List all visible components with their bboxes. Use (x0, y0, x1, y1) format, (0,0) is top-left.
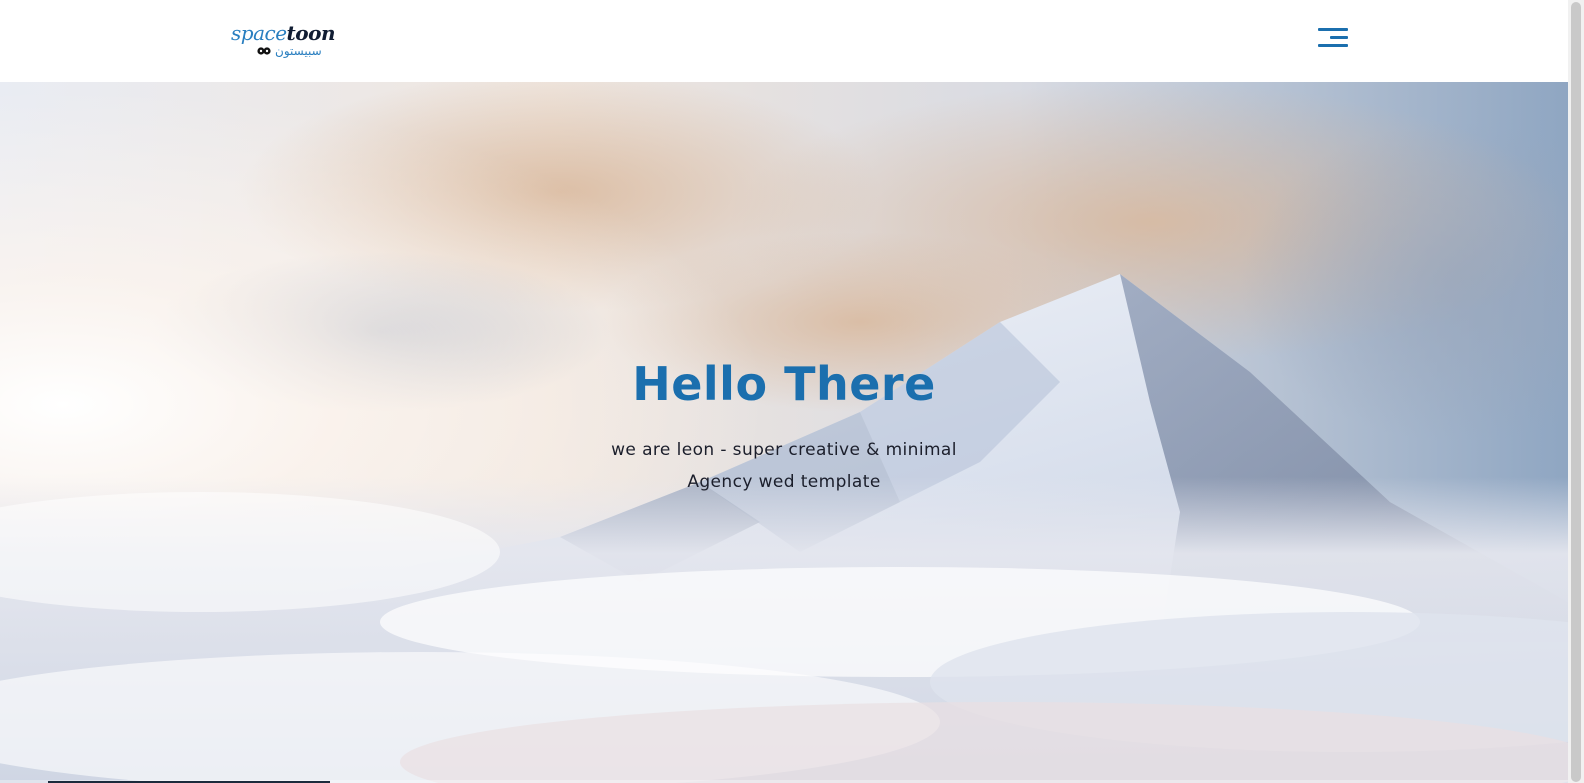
hero-content: Hello There we are leon - super creative… (484, 352, 1084, 498)
logo-arabic-text: سبيستون (275, 44, 322, 58)
hero-section: Hello There we are leon - super creative… (0, 82, 1568, 783)
scrollbar-thumb[interactable] (1571, 2, 1581, 782)
hero-title: Hello There (632, 357, 936, 411)
hero-subtitle: we are leon - super creative & minimal A… (611, 440, 957, 492)
site-header: spacetoon سبيستون (0, 0, 1568, 82)
site-logo[interactable]: spacetoon سبيستون (229, 20, 336, 62)
page: spacetoon سبيستون Hello There we are leo… (0, 0, 1584, 783)
menu-button[interactable] (1316, 26, 1352, 52)
page-scrollbar[interactable] (1568, 0, 1584, 783)
logo-mascot-icon (257, 47, 271, 55)
